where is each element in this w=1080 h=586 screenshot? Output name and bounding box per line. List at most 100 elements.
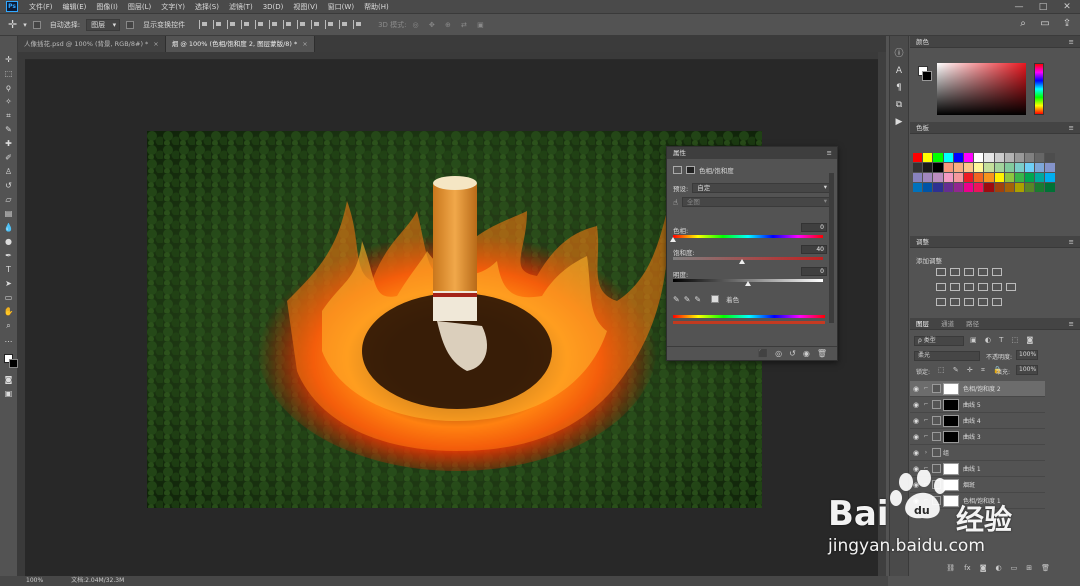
hue-slider-thumb[interactable] bbox=[670, 237, 676, 242]
photo-filter-icon[interactable] bbox=[978, 283, 988, 291]
gradient-map-icon[interactable] bbox=[978, 298, 988, 306]
fill-input[interactable]: 100% bbox=[1016, 365, 1038, 375]
marquee-tool-icon[interactable]: ⬚ bbox=[3, 68, 15, 79]
close-icon[interactable]: × bbox=[302, 40, 307, 48]
new-adjustment-icon[interactable]: ◐ bbox=[996, 564, 1002, 576]
color-swatch[interactable] bbox=[974, 153, 984, 162]
preset-dropdown[interactable]: 自定 bbox=[692, 183, 831, 193]
document-size[interactable]: 文档:2.04M/32.3M bbox=[71, 576, 124, 586]
menu-file[interactable]: 文件(F) bbox=[24, 2, 58, 12]
menu-layer[interactable]: 图层(L) bbox=[123, 2, 156, 12]
eyedropper-minus-icon[interactable]: ✎ bbox=[694, 295, 701, 304]
history-brush-icon[interactable]: ↺ bbox=[3, 180, 15, 191]
path-select-icon[interactable]: ➤ bbox=[3, 278, 15, 289]
link-layers-icon[interactable]: ⛓ bbox=[946, 564, 955, 576]
colorize-checkbox[interactable] bbox=[711, 295, 720, 303]
color-swatch[interactable] bbox=[1035, 163, 1045, 172]
panel-menu-icon[interactable]: ≡ bbox=[827, 147, 832, 159]
color-swatch[interactable] bbox=[974, 183, 984, 192]
panel-menu-icon[interactable]: ≡ bbox=[1069, 236, 1074, 248]
lasso-tool-icon[interactable]: ϙ bbox=[3, 82, 15, 93]
lock-icons[interactable]: ⬚ ✎ ✛ ⌗ 🔒 bbox=[938, 366, 1005, 375]
menu-image[interactable]: 图像(I) bbox=[91, 2, 123, 12]
info-icon[interactable]: ⓘ bbox=[894, 46, 903, 59]
hue-bar[interactable] bbox=[1034, 63, 1044, 115]
layer-filter-dropdown[interactable]: ρ 类型 bbox=[914, 336, 964, 346]
menu-view[interactable]: 视图(V) bbox=[288, 2, 322, 12]
tab-document-1[interactable]: 人像插花.psd @ 100% (背景, RGB/8#) * × bbox=[18, 36, 166, 52]
color-swatch[interactable] bbox=[923, 183, 933, 192]
saturation-input[interactable]: 40 bbox=[801, 245, 827, 254]
adjustment-icon[interactable] bbox=[673, 166, 682, 174]
menu-help[interactable]: 帮助(H) bbox=[359, 2, 394, 12]
layer-row[interactable]: ◉ › 组 bbox=[910, 445, 1045, 461]
color-swatch[interactable] bbox=[1035, 173, 1045, 182]
color-swatch[interactable] bbox=[994, 183, 1004, 192]
channel-dropdown[interactable]: 全图 bbox=[681, 197, 831, 207]
quick-mask-icon[interactable]: ◙ bbox=[3, 374, 15, 385]
color-swatch[interactable] bbox=[994, 163, 1004, 172]
type-tool-icon[interactable]: T bbox=[3, 264, 15, 275]
color-swatch[interactable] bbox=[943, 153, 953, 162]
layer-row[interactable]: ◉ ⌐ 曲线 4 bbox=[910, 413, 1045, 429]
gradient-tool-icon[interactable]: ▤ bbox=[3, 208, 15, 219]
visibility-eye-icon[interactable]: ◉ bbox=[910, 385, 922, 393]
align-hcenter-icon[interactable] bbox=[213, 20, 222, 29]
color-swatch[interactable] bbox=[994, 153, 1004, 162]
color-swatch[interactable] bbox=[923, 163, 933, 172]
black-white-icon[interactable] bbox=[964, 283, 974, 291]
background-color-swatch[interactable] bbox=[9, 359, 18, 368]
close-window-button[interactable]: ✕ bbox=[1056, 0, 1078, 14]
reset-icon[interactable]: ↺ bbox=[789, 349, 796, 358]
layer-style-icon[interactable]: fx bbox=[964, 564, 971, 576]
clone-stamp-icon[interactable]: ♙ bbox=[3, 166, 15, 177]
color-swatch[interactable] bbox=[974, 163, 984, 172]
history-icon[interactable]: ⧉ bbox=[896, 100, 902, 110]
maximize-button[interactable]: □ bbox=[1032, 0, 1054, 14]
color-swatch[interactable] bbox=[943, 163, 953, 172]
new-group-icon[interactable]: ▭ bbox=[1011, 564, 1018, 576]
color-swatch[interactable] bbox=[1045, 153, 1055, 162]
share-icon[interactable]: ⇪ bbox=[1060, 17, 1074, 31]
color-balance-icon[interactable] bbox=[950, 283, 960, 291]
align-right-icon[interactable] bbox=[227, 20, 236, 29]
menu-3d[interactable]: 3D(D) bbox=[258, 3, 289, 11]
healing-brush-icon[interactable]: ✚ bbox=[3, 138, 15, 149]
swatches-grid[interactable] bbox=[913, 153, 1055, 192]
distribute-top-icon[interactable] bbox=[283, 20, 292, 29]
brush-tool-icon[interactable]: ✐ bbox=[3, 152, 15, 163]
align-top-icon[interactable] bbox=[241, 20, 250, 29]
tab-document-2[interactable]: 烟 @ 100% (色相/饱和度 2, 图层蒙版/8) * × bbox=[165, 36, 315, 52]
color-swatch[interactable] bbox=[1045, 173, 1055, 182]
color-swatch[interactable] bbox=[1014, 163, 1025, 172]
layer-row[interactable]: ◉ ⌐ 曲线 5 bbox=[910, 397, 1045, 413]
color-swatch[interactable] bbox=[984, 173, 994, 182]
clip-to-layer-icon[interactable]: ⬛ bbox=[758, 349, 768, 358]
blend-mode-dropdown[interactable]: 柔光 bbox=[914, 351, 980, 361]
background-swatch[interactable] bbox=[922, 71, 932, 81]
distribute-left-icon[interactable] bbox=[325, 20, 334, 29]
view-previous-icon[interactable]: ◎ bbox=[775, 349, 782, 358]
align-left-icon[interactable] bbox=[199, 20, 208, 29]
color-swatch[interactable] bbox=[913, 173, 923, 182]
curves-icon[interactable] bbox=[964, 268, 974, 276]
color-swatch[interactable] bbox=[1004, 173, 1014, 182]
color-swatch[interactable] bbox=[953, 183, 963, 192]
invert-icon[interactable] bbox=[936, 298, 946, 306]
color-swatch[interactable] bbox=[984, 163, 994, 172]
color-swatch[interactable] bbox=[1025, 183, 1035, 192]
color-swatch[interactable] bbox=[963, 183, 974, 192]
color-swatch[interactable] bbox=[1035, 153, 1045, 162]
close-icon[interactable]: × bbox=[153, 40, 158, 48]
color-fg-bg-swatches[interactable] bbox=[918, 66, 932, 81]
visibility-eye-icon[interactable]: ◉ bbox=[910, 417, 922, 425]
color-swatch[interactable] bbox=[974, 173, 984, 182]
hue-slider[interactable] bbox=[673, 235, 823, 238]
expand-chevron-icon[interactable]: › bbox=[922, 449, 930, 456]
color-swatch[interactable] bbox=[984, 183, 994, 192]
color-swatch[interactable] bbox=[933, 153, 943, 162]
layer-mask-thumbnail[interactable] bbox=[943, 430, 959, 443]
eyedropper-icon[interactable]: ✎ bbox=[673, 295, 680, 304]
delete-icon[interactable]: 🗑 bbox=[817, 349, 827, 358]
color-swatch[interactable] bbox=[933, 173, 943, 182]
